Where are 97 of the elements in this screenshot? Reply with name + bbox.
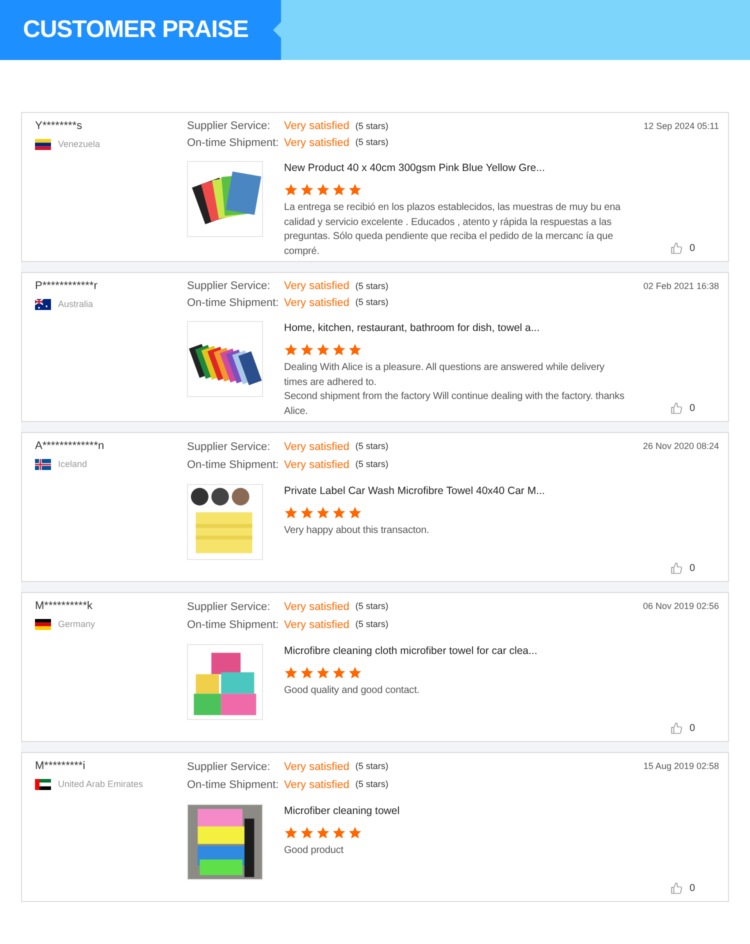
rating-label: On-time Shipment: — [187, 136, 280, 150]
rating-note: (5 stars) — [355, 440, 388, 454]
rating-label: On-time Shipment: — [187, 618, 280, 633]
country-name: Iceland — [58, 458, 88, 471]
star-icon — [316, 183, 330, 197]
rating-label: On-time Shipment: — [187, 458, 280, 473]
star-icon — [284, 666, 298, 680]
rating-note: (5 stars) — [355, 778, 388, 792]
username: M**********k — [35, 599, 94, 614]
username: A*************n — [35, 439, 106, 454]
star-icon — [300, 666, 314, 680]
star-icon — [300, 506, 314, 520]
like-button[interactable]: 0 — [670, 561, 695, 576]
star-icon — [332, 826, 346, 840]
like-button[interactable]: 0 — [670, 881, 695, 896]
thumbs-up-icon — [670, 562, 684, 575]
flag-icon — [35, 459, 51, 470]
star-icon — [348, 343, 362, 357]
rating-note: (5 stars) — [355, 458, 388, 472]
country-name: Germany — [58, 618, 96, 631]
star-icon — [284, 506, 298, 520]
rating-label: On-time Shipment: — [187, 296, 280, 310]
rating-label: Supplier Service: — [187, 440, 272, 455]
star-icon — [300, 343, 314, 357]
review-date: 15 Aug 2019 02:58 — [643, 760, 719, 773]
rating-value: Very satisfied — [284, 618, 350, 633]
username: M*********i — [35, 759, 86, 774]
star-icon — [316, 343, 330, 357]
rating-note: (5 stars) — [355, 760, 388, 774]
star-icon — [332, 183, 346, 197]
review-text: La entrega se recibió en los plazos establecidos, las muestras de muy bu ena calidad y servicio excelente . Educados , atento y rápida la respuestas a las preguntas. Sólo queda pendiente que reciba el pedido de la mercanc ía que compré. — [284, 201, 622, 258]
star-icon — [300, 826, 314, 840]
star-icon — [348, 666, 362, 680]
flag-icon — [35, 139, 51, 150]
like-button[interactable]: 0 — [670, 241, 695, 256]
rating-note: (5 stars) — [355, 120, 388, 133]
star-icon — [332, 666, 346, 680]
rating-label: Supplier Service: — [187, 760, 272, 775]
country-name: Venezuela — [58, 138, 100, 151]
rating-value: Very satisfied — [284, 600, 350, 615]
product-title: Private Label Car Wash Microfibre Towel 40x40 Car M... — [284, 484, 546, 498]
page-title: CUSTOMER PRAISE — [23, 15, 248, 45]
thumbs-up-icon — [670, 722, 684, 735]
review-text: Good product — [284, 844, 344, 858]
review-text: Very happy about this transacton. — [284, 524, 430, 538]
product-title: Microfiber cleaning towel — [284, 804, 401, 818]
rating-note: (5 stars) — [355, 296, 388, 309]
rating-note: (5 stars) — [355, 600, 388, 614]
product-title: Microfibre cleaning cloth microfiber towel for car clea... — [284, 644, 538, 658]
flag-icon — [35, 299, 51, 310]
star-icon — [284, 826, 298, 840]
star-icon — [316, 666, 330, 680]
star-icon — [332, 506, 346, 520]
star-icon — [332, 343, 346, 357]
rating-value: Very satisfied — [284, 458, 350, 473]
rating-value: Very satisfied — [284, 296, 350, 310]
rating-note: (5 stars) — [355, 618, 388, 632]
flag-icon — [35, 619, 51, 630]
rating-value: Very satisfied — [284, 778, 350, 793]
star-icon — [316, 826, 330, 840]
like-button[interactable]: 0 — [670, 721, 695, 736]
review-date: 26 Nov 2020 08:24 — [642, 440, 719, 453]
rating-label: Supplier Service: — [187, 600, 272, 615]
like-button[interactable]: 0 — [670, 401, 695, 416]
rating-label: Supplier Service: — [187, 279, 272, 294]
star-icon — [284, 343, 298, 357]
username: P************r — [35, 279, 98, 294]
rating-value: Very satisfied — [284, 440, 350, 455]
thumbs-up-icon — [670, 242, 684, 255]
rating-label: Supplier Service: — [187, 119, 272, 134]
username: Y********s — [35, 119, 84, 134]
rating-value: Very satisfied — [284, 119, 350, 134]
rating-note: (5 stars) — [355, 280, 388, 293]
review-date: 06 Nov 2019 02:56 — [642, 600, 719, 613]
star-icon — [348, 183, 362, 197]
star-icon — [316, 506, 330, 520]
review-date: 02 Feb 2021 16:38 — [643, 280, 719, 293]
country-name: United Arab Emirates — [58, 778, 144, 791]
product-title: New Product 40 x 40cm 300gsm Pink Blue Yellow Gre... — [284, 161, 546, 175]
star-icon — [348, 506, 362, 520]
rating-value: Very satisfied — [284, 136, 350, 150]
rating-value: Very satisfied — [284, 279, 350, 294]
rating-value: Very satisfied — [284, 760, 350, 775]
thumbs-up-icon — [670, 402, 684, 415]
thumbs-up-icon — [670, 882, 684, 895]
country-name: Australia — [58, 298, 94, 311]
review-date: 12 Sep 2024 05:11 — [644, 120, 719, 133]
rating-label: On-time Shipment: — [187, 778, 280, 793]
review-text: Good quality and good contact. — [284, 684, 420, 698]
rating-note: (5 stars) — [355, 136, 388, 149]
review-text: Dealing With Alice is a pleasure. All questions are answered while delivery times are adhered to. Second shipment from the factory Will continue dealing with the factory. thanks Alice. — [284, 361, 626, 418]
notch-icon — [273, 22, 281, 38]
product-title: Home, kitchen, restaurant, bathroom for dish, towel a... — [284, 321, 541, 335]
flag-icon — [35, 779, 51, 790]
star-icon — [348, 826, 362, 840]
star-icon — [284, 183, 298, 197]
star-icon — [300, 183, 314, 197]
